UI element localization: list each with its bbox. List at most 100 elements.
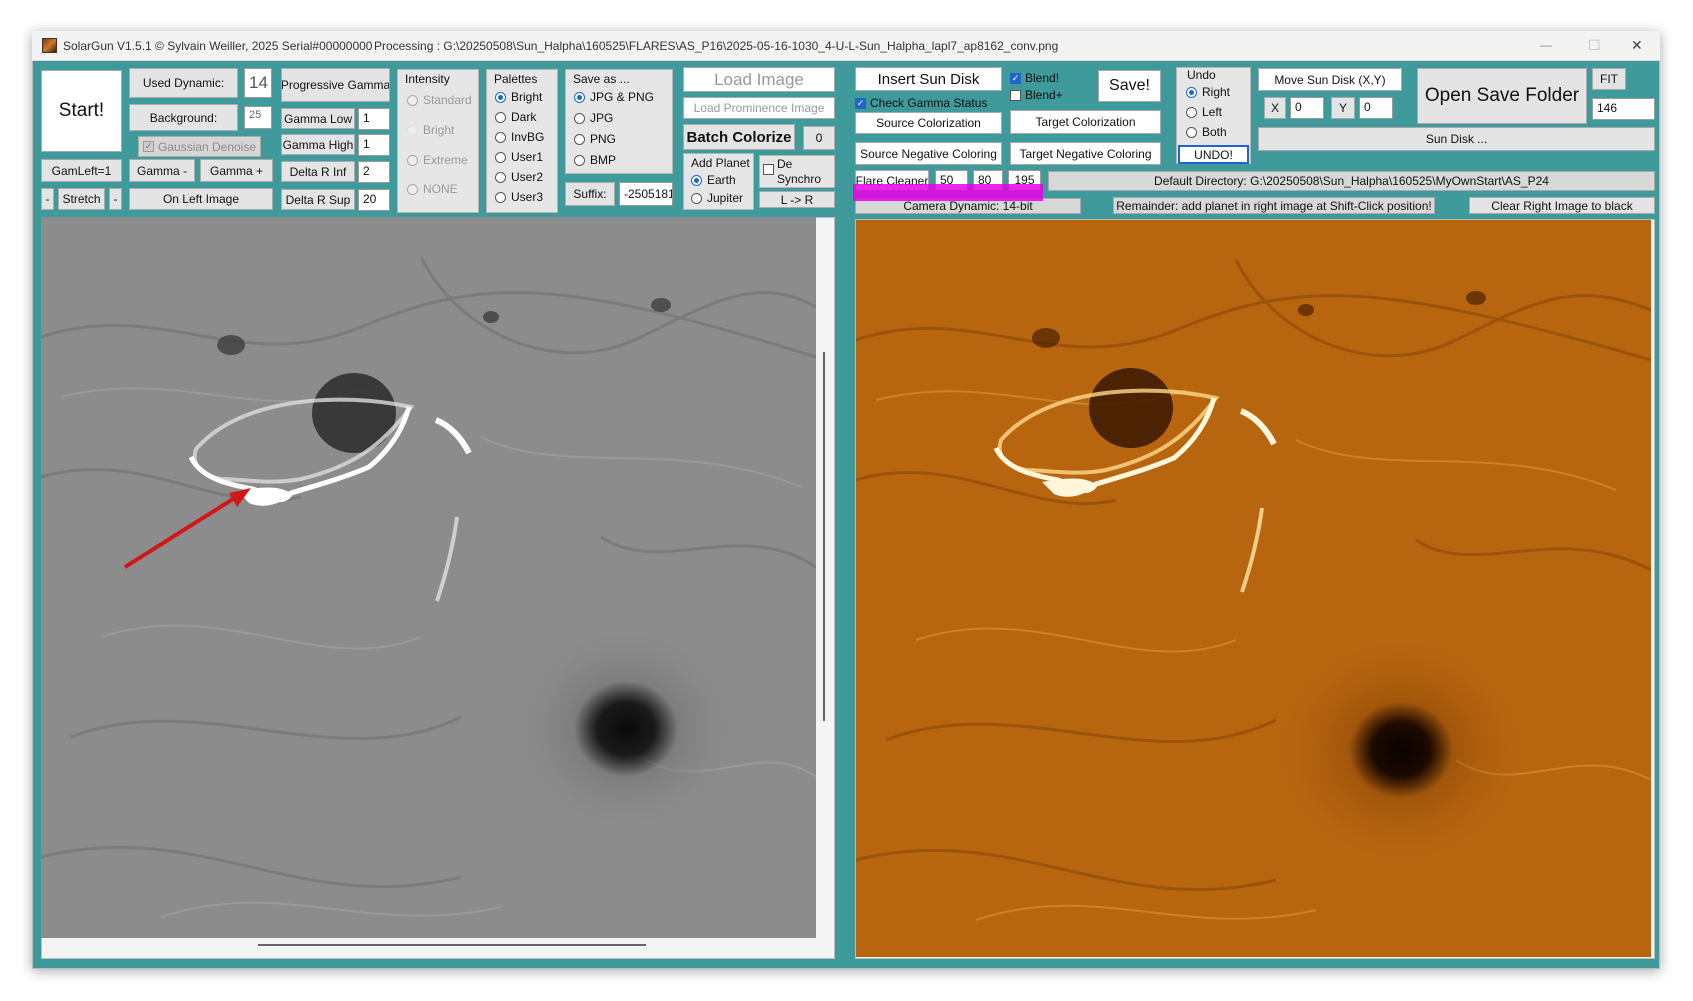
gamma-high-field[interactable]: 1 xyxy=(358,134,390,156)
gamma-plus-button[interactable]: Gamma + xyxy=(200,159,273,182)
undo-both[interactable]: Both xyxy=(1186,125,1227,139)
gamleft-button[interactable]: GamLeft=1 xyxy=(41,159,122,182)
target-negative-button[interactable]: Target Negative Coloring xyxy=(1010,142,1161,165)
gamma-high-button[interactable]: Gamma High xyxy=(281,134,355,155)
delta-r-sup-button[interactable]: Delta R Sup xyxy=(281,189,355,210)
maximize-button[interactable]: ☐ xyxy=(1588,37,1601,54)
insert-sun-disk-button[interactable]: Insert Sun Disk xyxy=(855,67,1002,91)
palette-user1[interactable]: User1 xyxy=(495,150,543,164)
gamma-minus-button[interactable]: Gamma - xyxy=(129,159,195,182)
undo-left[interactable]: Left xyxy=(1186,105,1222,119)
blend-plus-label: Blend+ xyxy=(1025,88,1063,102)
add-planet-group: Add Planet Earth Jupiter xyxy=(683,153,754,210)
load-prominence-button[interactable]: Load Prominence Image xyxy=(683,97,835,119)
stretch-plus-button[interactable]: - xyxy=(109,188,122,210)
used-dynamic-field[interactable]: 14 xyxy=(244,68,272,98)
check-gamma-check-icon: ✓ xyxy=(855,97,866,109)
minimize-button[interactable]: — xyxy=(1540,38,1552,52)
load-image-button[interactable]: Load Image xyxy=(683,67,835,92)
save-jpg[interactable]: JPG xyxy=(574,111,613,125)
save-as-group: Save as ... JPG & PNG JPG PNG BMP xyxy=(565,69,673,174)
gaussian-denoise-check-icon: ✓ xyxy=(142,141,154,152)
processing-path: Processing : G:\20250508\Sun_Halpha\1605… xyxy=(374,39,1059,53)
batch-count: 0 xyxy=(803,126,835,150)
y-label: Y xyxy=(1331,97,1355,119)
blend-check-icon: ✓ xyxy=(1010,72,1021,84)
blend-checkbox[interactable]: ✓ Blend! xyxy=(1010,70,1090,86)
intensity-bright[interactable]: Bright xyxy=(407,123,454,137)
gaussian-denoise-label: Gaussian Denoise xyxy=(157,139,257,154)
suffix-label: Suffix: xyxy=(565,182,615,206)
target-colorization-button[interactable]: Target Colorization xyxy=(1010,110,1161,134)
batch-colorize-button[interactable]: Batch Colorize xyxy=(683,124,795,150)
clear-right-image-button[interactable]: Clear Right Image to black xyxy=(1469,197,1655,214)
close-button[interactable]: ✕ xyxy=(1631,37,1643,54)
left-vertical-scrollbar[interactable] xyxy=(823,352,825,721)
left-solar-image[interactable] xyxy=(41,217,816,938)
fit-button[interactable]: FIT xyxy=(1592,68,1626,90)
gamma-low-field[interactable]: 1 xyxy=(358,108,390,130)
intensity-group: Intensity Standard Bright Extreme NONE xyxy=(397,69,479,213)
progressive-gamma-button[interactable]: Progressive Gamma xyxy=(281,68,390,102)
intensity-title: Intensity xyxy=(405,72,450,86)
x-label: X xyxy=(1264,97,1286,119)
stretch-minus-button[interactable]: - xyxy=(41,188,54,210)
app-title: SolarGun V1.5.1 © Sylvain Weiller, 2025 … xyxy=(63,39,373,53)
title-bar: SolarGun V1.5.1 © Sylvain Weiller, 2025 … xyxy=(32,31,1660,61)
delta-r-sup-field[interactable]: 20 xyxy=(358,189,390,211)
gaussian-denoise-checkbox[interactable]: ✓ Gaussian Denoise xyxy=(138,136,261,157)
intensity-extreme[interactable]: Extreme xyxy=(407,153,468,167)
stretch-button[interactable]: Stretch xyxy=(58,188,105,210)
palettes-title: Palettes xyxy=(494,72,538,86)
open-save-folder-button[interactable]: Open Save Folder xyxy=(1417,68,1587,124)
blend-plus-check-icon xyxy=(1010,89,1021,101)
x-field[interactable]: 0 xyxy=(1290,97,1324,119)
palette-invbg[interactable]: InvBG xyxy=(495,130,544,144)
app-icon xyxy=(42,38,57,53)
de-synchro-label: De Synchro xyxy=(777,157,822,186)
suffix-field[interactable]: -2505181 xyxy=(619,182,673,206)
undo-right[interactable]: Right xyxy=(1186,85,1230,99)
undo-title: Undo xyxy=(1187,68,1216,82)
y-field[interactable]: 0 xyxy=(1359,97,1393,119)
save-button[interactable]: Save! xyxy=(1098,70,1161,102)
on-left-image-button[interactable]: On Left Image xyxy=(129,188,273,210)
source-negative-button[interactable]: Source Negative Coloring xyxy=(855,142,1002,165)
background-button[interactable]: Background: xyxy=(129,104,238,131)
remainder-label: Remainder: add planet in right image at … xyxy=(1113,197,1435,214)
save-jpg-png[interactable]: JPG & PNG xyxy=(574,90,654,104)
palette-user3[interactable]: User3 xyxy=(495,190,543,204)
background-field[interactable]: 25 xyxy=(244,106,272,129)
default-directory-label: Default Directory: G:\20250508\Sun_Halph… xyxy=(1048,171,1655,191)
move-sun-disk-button[interactable]: Move Sun Disk (X,Y) xyxy=(1258,68,1402,91)
palette-dark[interactable]: Dark xyxy=(495,110,536,124)
left-horizontal-scrollbar[interactable] xyxy=(258,944,646,946)
source-colorization-button[interactable]: Source Colorization xyxy=(855,112,1002,134)
blend-label: Blend! xyxy=(1025,71,1060,85)
intensity-standard[interactable]: Standard xyxy=(407,93,472,107)
planet-earth[interactable]: Earth xyxy=(691,173,736,187)
used-dynamic-button[interactable]: Used Dynamic: xyxy=(129,68,238,98)
right-solar-image[interactable] xyxy=(856,220,1651,957)
gamma-low-button[interactable]: Gamma Low xyxy=(281,108,355,129)
fit-field[interactable]: 146 xyxy=(1592,98,1655,120)
save-as-title: Save as ... xyxy=(573,72,630,86)
de-synchro-checkbox[interactable]: De Synchro xyxy=(759,155,835,188)
planet-jupiter[interactable]: Jupiter xyxy=(691,191,743,205)
undo-button[interactable]: UNDO! xyxy=(1178,145,1249,164)
intensity-none[interactable]: NONE xyxy=(407,182,458,196)
save-png[interactable]: PNG xyxy=(574,132,616,146)
palette-user2[interactable]: User2 xyxy=(495,170,543,184)
save-bmp[interactable]: BMP xyxy=(574,153,616,167)
blend-plus-checkbox[interactable]: Blend+ xyxy=(1010,87,1090,103)
sun-disk-button[interactable]: Sun Disk ... xyxy=(1258,127,1655,151)
delta-r-inf-button[interactable]: Delta R Inf xyxy=(281,161,355,182)
l-to-r-button[interactable]: L -> R xyxy=(759,191,835,208)
palette-bright[interactable]: Bright xyxy=(495,90,542,104)
delta-r-inf-field[interactable]: 2 xyxy=(358,161,390,183)
start-button[interactable]: Start! xyxy=(41,70,122,152)
check-gamma-status-checkbox[interactable]: ✓ Check Gamma Status xyxy=(855,94,1002,112)
flare-highlight-marker xyxy=(853,184,1043,201)
palettes-group: Palettes Bright Dark InvBG User1 User2 U… xyxy=(486,69,558,213)
check-gamma-label: Check Gamma Status xyxy=(870,96,988,110)
